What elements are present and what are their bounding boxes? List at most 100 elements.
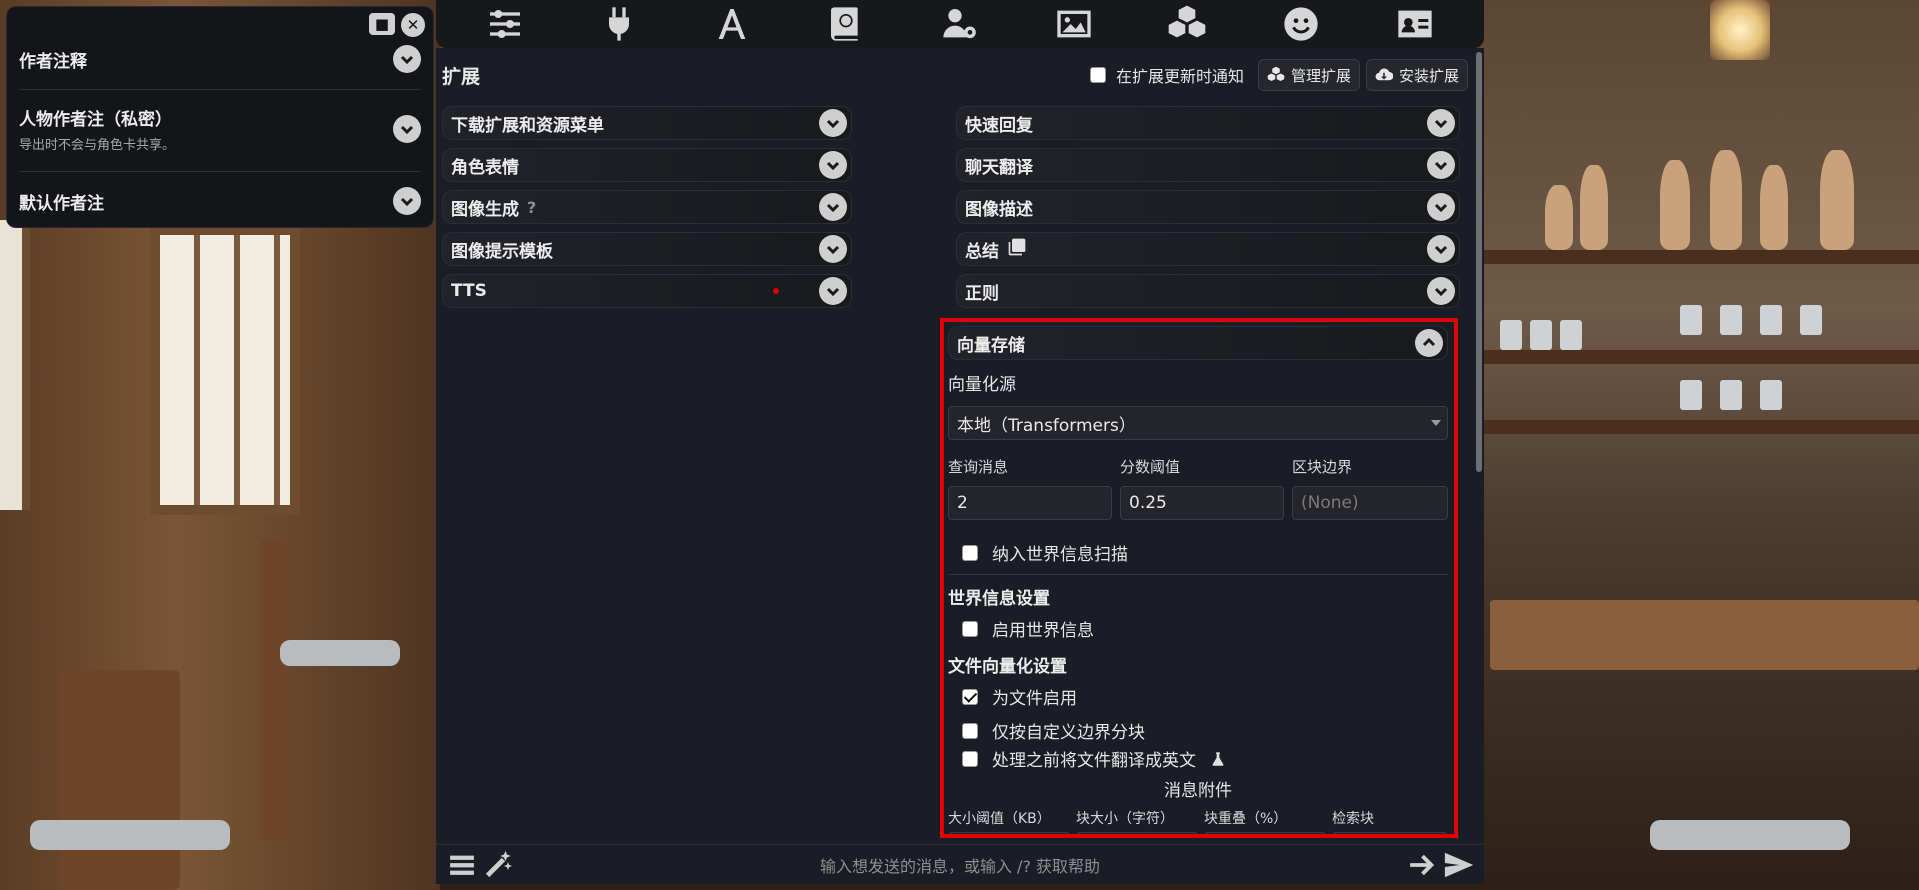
drawer-label: 总结	[965, 241, 999, 262]
sliders-icon[interactable]	[482, 1, 528, 47]
drawer-label: 图像描述	[965, 199, 1033, 220]
enable-world-info-label: 启用世界信息	[992, 621, 1094, 641]
panel-controls: ■ ✕	[369, 13, 425, 37]
copy-icon[interactable]	[1007, 237, 1027, 262]
size-threshold-input[interactable]	[948, 832, 1070, 834]
score-threshold-label: 分数阈值	[1120, 458, 1181, 476]
background-jug	[1545, 185, 1573, 250]
drawer-image-prompt-templates[interactable]: 图像提示模板	[442, 232, 852, 266]
background-seat	[1650, 820, 1850, 850]
background-jug	[1820, 150, 1854, 250]
drawer-label: 快速回复	[965, 115, 1033, 136]
send-icon[interactable]	[1440, 847, 1476, 883]
chevron-down-icon[interactable]	[1427, 151, 1455, 179]
vectorization-source-select[interactable]: 本地（Transformers）	[948, 406, 1448, 440]
image-icon[interactable]	[1051, 1, 1097, 47]
character-author-note-drawer[interactable]: 人物作者注（私密） 导出时不会与角色卡共享。	[19, 105, 421, 153]
drawer-download-extensions[interactable]: 下载扩展和资源菜单	[442, 106, 852, 140]
help-icon[interactable]: ?	[527, 198, 536, 217]
drawer-chat-translation[interactable]: 聊天翻译	[956, 148, 1460, 182]
chevron-down-icon[interactable]	[819, 193, 847, 221]
enable-files-checkbox[interactable]	[962, 688, 978, 705]
background-cup	[1720, 305, 1742, 335]
menu-icon[interactable]	[444, 847, 480, 883]
background-chair	[260, 540, 290, 840]
vector-storage-panel: 向量存储 向量化源 本地（Transformers） 查询消息 分数阈值 区块边…	[940, 318, 1458, 838]
include-world-info-toggle[interactable]: 纳入世界信息扫描	[962, 540, 1128, 565]
smile-icon[interactable]	[1278, 1, 1324, 47]
close-icon[interactable]: ✕	[401, 13, 425, 37]
file-vectorization-section-title: 文件向量化设置	[948, 657, 1067, 677]
chunk-size-input[interactable]	[1076, 832, 1198, 834]
enable-world-info-checkbox[interactable]	[962, 620, 978, 637]
manage-extensions-button[interactable]: 管理扩展	[1257, 59, 1360, 91]
font-icon[interactable]	[709, 1, 755, 47]
install-extension-button[interactable]: 安装扩展	[1365, 59, 1468, 91]
enable-world-info-toggle[interactable]: 启用世界信息	[962, 616, 1094, 641]
chevron-down-icon[interactable]	[1427, 109, 1455, 137]
drawer-title: 默认作者注	[19, 193, 104, 214]
divider	[948, 574, 1448, 575]
drawer-tts[interactable]: TTS	[442, 274, 852, 308]
drawer-image-generation[interactable]: 图像生成 ?	[442, 190, 852, 224]
query-messages-input[interactable]: 2	[948, 486, 1112, 520]
translate-files-checkbox[interactable]	[962, 750, 978, 767]
message-input[interactable]: 输入想发送的消息，或输入 /? 获取帮助	[516, 853, 1404, 877]
default-author-note-drawer[interactable]: 默认作者注	[19, 187, 421, 215]
drawer-label: 聊天翻译	[965, 157, 1033, 178]
id-card-icon[interactable]	[1392, 1, 1438, 47]
chevron-down-icon[interactable]	[393, 115, 421, 143]
custom-boundary-checkbox[interactable]	[962, 722, 978, 739]
drawer-quick-reply[interactable]: 快速回复	[956, 106, 1460, 140]
chevron-down-icon[interactable]	[1427, 235, 1455, 263]
chevron-down-icon[interactable]	[819, 109, 847, 137]
chevron-down-icon[interactable]	[1427, 193, 1455, 221]
message-attachments-title: 消息附件	[1164, 781, 1232, 801]
magic-wand-icon[interactable]	[480, 847, 516, 883]
query-messages-label: 查询消息	[948, 458, 1009, 476]
drawer-regex[interactable]: 正则	[956, 274, 1460, 308]
background-cup	[1530, 320, 1552, 350]
book-globe-icon[interactable]	[823, 1, 869, 47]
flask-icon	[1210, 751, 1226, 767]
chunk-overlap-input[interactable]	[1204, 832, 1326, 834]
drawer-summarize[interactable]: 总结	[956, 232, 1460, 266]
dropdown-arrow-icon	[1431, 420, 1441, 426]
extensions-right-column: 快速回复 聊天翻译 图像描述 总结 正则	[956, 106, 1460, 316]
panel-lock-icon[interactable]: ■	[369, 13, 395, 35]
translate-files-label: 处理之前将文件翻译成英文	[992, 751, 1196, 771]
chevron-down-icon[interactable]	[393, 45, 421, 73]
drawer-label: TTS	[451, 281, 487, 301]
background-seat	[30, 820, 230, 850]
cubes-icon[interactable]	[1164, 1, 1210, 47]
custom-boundary-toggle[interactable]: 仅按自定义边界分块	[962, 718, 1145, 743]
scrollbar[interactable]	[1476, 52, 1482, 472]
enable-files-label: 为文件启用	[992, 689, 1077, 709]
author-note-drawer[interactable]: 作者注释	[19, 45, 421, 73]
plug-icon[interactable]	[596, 1, 642, 47]
translate-files-toggle[interactable]: 处理之前将文件翻译成英文	[962, 746, 1226, 771]
notify-checkbox[interactable]	[1089, 67, 1106, 83]
chevron-down-icon[interactable]	[1427, 277, 1455, 305]
chunk-boundary-label: 区块边界	[1292, 458, 1353, 476]
drawer-character-expressions[interactable]: 角色表情	[442, 148, 852, 182]
chevron-down-icon[interactable]	[819, 277, 847, 305]
chevron-down-icon[interactable]	[819, 151, 847, 179]
chevron-down-icon[interactable]	[393, 187, 421, 215]
enable-files-toggle[interactable]: 为文件启用	[962, 684, 1077, 709]
drawer-vector-storage[interactable]: 向量存储	[948, 326, 1448, 360]
manage-extensions-label: 管理扩展	[1290, 66, 1351, 85]
score-threshold-input[interactable]: 0.25	[1120, 486, 1284, 520]
chevron-down-icon[interactable]	[819, 235, 847, 263]
chevron-up-icon[interactable]	[1415, 329, 1443, 357]
drawer-title: 人物作者注（私密）	[19, 110, 172, 130]
notify-updates-toggle[interactable]: 在扩展更新时通知	[1089, 63, 1244, 87]
arrow-right-icon[interactable]	[1404, 847, 1440, 883]
status-dot	[773, 288, 779, 294]
user-gear-icon[interactable]	[937, 1, 983, 47]
chunk-boundary-input[interactable]: (None)	[1292, 486, 1448, 520]
retrieve-chunks-input[interactable]	[1332, 832, 1448, 834]
install-extension-label: 安装扩展	[1398, 66, 1459, 85]
drawer-image-captioning[interactable]: 图像描述	[956, 190, 1460, 224]
include-world-info-checkbox[interactable]	[962, 544, 978, 561]
